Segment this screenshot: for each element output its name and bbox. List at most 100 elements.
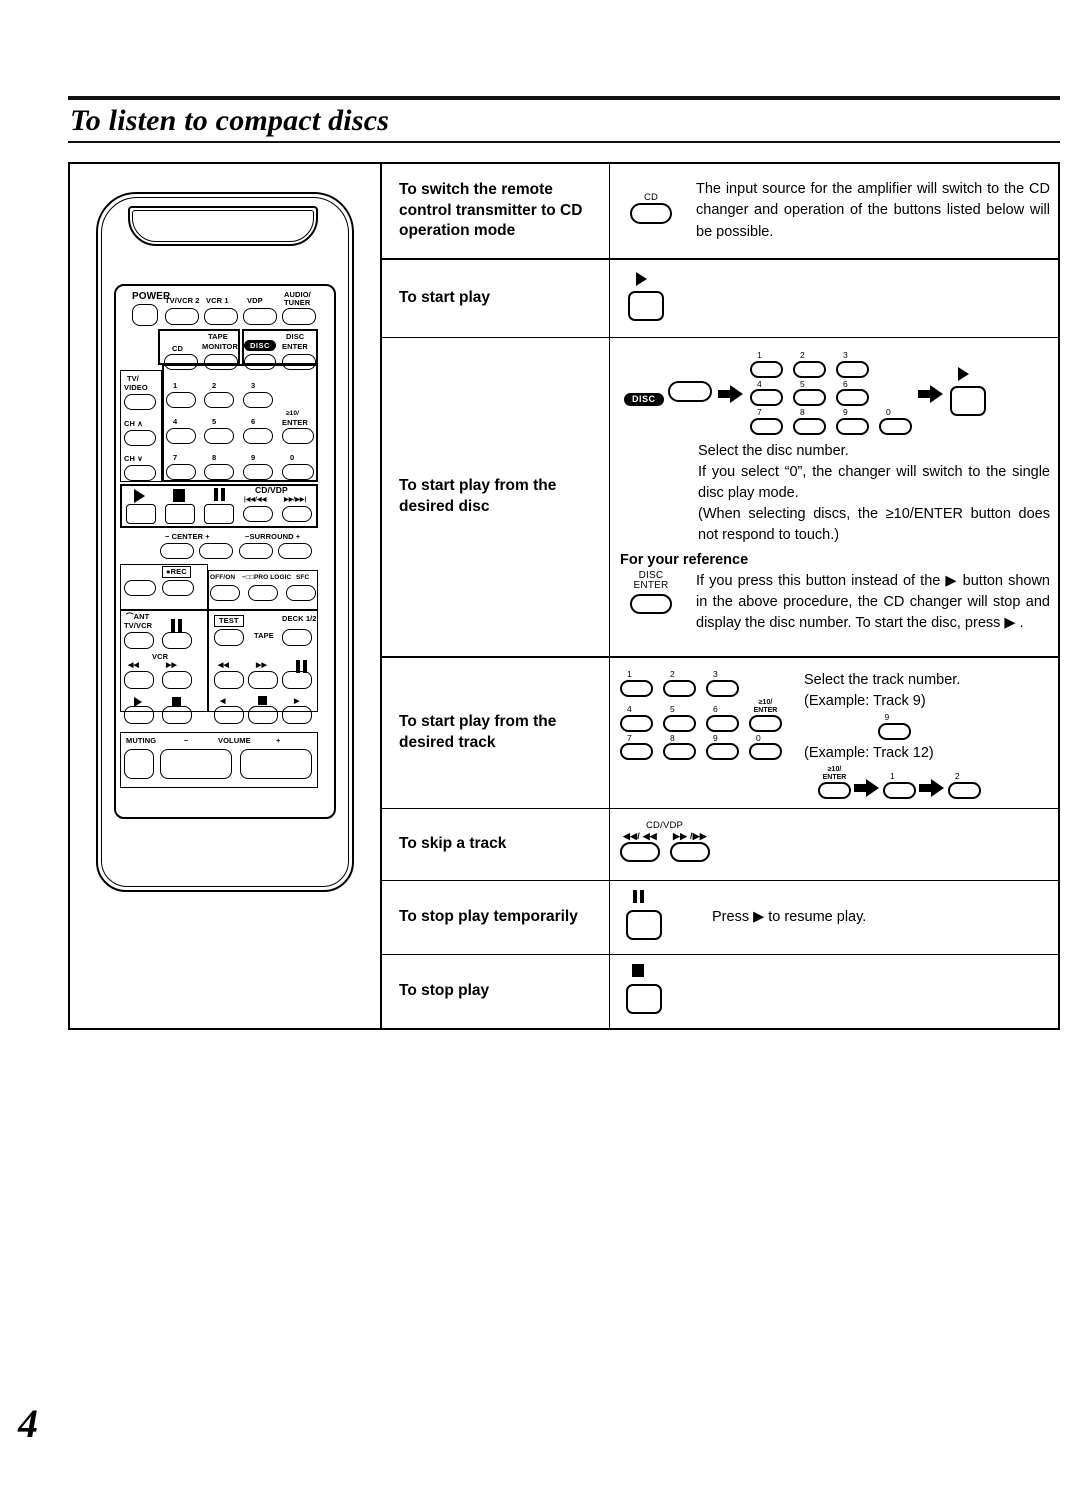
- keypad-key-enter[interactable]: ≥10/ ENTER: [749, 699, 782, 732]
- stop-button-glyph[interactable]: [626, 983, 662, 1014]
- keypad-key[interactable]: 5: [792, 379, 826, 406]
- keypad-key[interactable]: 9: [835, 408, 869, 435]
- remote-button-deck[interactable]: [282, 629, 312, 646]
- disc-enter-button-glyph[interactable]: [630, 593, 672, 614]
- keypad-key-label: 0: [885, 407, 891, 417]
- remote-button-tvvcr2[interactable]: [165, 308, 199, 325]
- keypad-key[interactable]: 0: [878, 407, 912, 435]
- remote-button-tape-play[interactable]: [282, 706, 312, 724]
- remote-button-pause[interactable]: [204, 504, 234, 524]
- remote-button-power[interactable]: [132, 304, 158, 326]
- keypad-key[interactable]: 1: [749, 351, 783, 378]
- remote-button-muting[interactable]: [124, 749, 154, 779]
- remote-label-vcr-ff-icon: ▶▶: [166, 662, 177, 669]
- remote-button-vcr-play[interactable]: [124, 706, 154, 724]
- remote-button-center-plus[interactable]: [199, 543, 233, 559]
- remote-button-vcr-pause[interactable]: [162, 632, 192, 649]
- disc-button-glyph[interactable]: [667, 381, 712, 403]
- remote-button-tape-rev-play[interactable]: [214, 706, 244, 724]
- remote-button-sfc[interactable]: [286, 585, 316, 601]
- remote-button-num1[interactable]: [166, 392, 196, 408]
- disc-keypad: 1 2 3 4 5 6 7 8 9 0: [749, 351, 912, 437]
- remote-button-skip-back[interactable]: [243, 506, 273, 522]
- remote-button-volume-down[interactable]: [160, 749, 232, 779]
- remote-button-surround-minus[interactable]: [239, 543, 273, 559]
- skip-back-button-glyph[interactable]: [620, 842, 660, 863]
- enter-key-label-1: ≥10/: [758, 698, 773, 706]
- keypad-key[interactable]: 6: [835, 379, 869, 406]
- keypad-key-glyph: [620, 714, 653, 732]
- remote-button-surround-plus[interactable]: [278, 543, 312, 559]
- remote-button-rec-left[interactable]: [124, 580, 156, 596]
- track-example-12-figure: ≥10/ ENTER 1 2: [804, 766, 1050, 799]
- remote-button-vcr-ff[interactable]: [162, 671, 192, 689]
- remote-button-ch-down[interactable]: [124, 465, 156, 481]
- remote-button-num9[interactable]: [243, 464, 273, 480]
- keypad-key[interactable]: 8: [663, 733, 696, 760]
- keypad-key[interactable]: 7: [749, 408, 783, 435]
- remote-button-offon[interactable]: [210, 585, 240, 601]
- keypad-key[interactable]: 2: [663, 670, 696, 697]
- remote-button-volume-up[interactable]: [240, 749, 312, 779]
- keypad-key[interactable]: 5: [663, 705, 696, 732]
- keypad-key[interactable]: 1: [883, 772, 916, 799]
- remote-label-deck: DECK 1/2: [282, 614, 317, 623]
- remote-button-vdp[interactable]: [243, 308, 277, 325]
- remote-button-vcr-stop[interactable]: [162, 706, 192, 724]
- page-title: To listen to compact discs: [70, 104, 390, 137]
- skip-fwd-button-glyph[interactable]: [670, 842, 710, 863]
- remote-button-num3[interactable]: [243, 392, 273, 408]
- keypad-key[interactable]: 4: [620, 705, 653, 732]
- keypad-key-label: 7: [627, 732, 632, 743]
- remote-button-num7[interactable]: [166, 464, 196, 480]
- keypad-key[interactable]: 0: [749, 733, 782, 760]
- remote-button-num2[interactable]: [204, 392, 234, 408]
- pause-button-glyph[interactable]: [626, 909, 662, 940]
- remote-button-audio-tuner[interactable]: [282, 308, 316, 325]
- remote-button-play[interactable]: [126, 504, 156, 524]
- remote-button-tape-rew[interactable]: [214, 671, 244, 689]
- remote-button-num8[interactable]: [204, 464, 234, 480]
- remote-button-num4[interactable]: [166, 428, 196, 444]
- remote-button-tvvcr[interactable]: [124, 632, 154, 649]
- keypad-key[interactable]: 2: [792, 351, 826, 378]
- keypad-key[interactable]: 9: [877, 713, 911, 740]
- keypad-key-enter[interactable]: ≥10/ ENTER: [818, 766, 851, 799]
- keypad-key[interactable]: 6: [706, 705, 739, 732]
- keypad-key-glyph: [749, 389, 783, 406]
- remote-button-center-minus[interactable]: [160, 543, 194, 559]
- keypad-key[interactable]: 2: [948, 772, 981, 799]
- remote-label-tape-play-icon: ▶: [294, 698, 300, 705]
- keypad-key[interactable]: 4: [749, 379, 783, 406]
- remote-button-vcr-rew[interactable]: [124, 671, 154, 689]
- remote-button-tv-video[interactable]: [124, 394, 156, 410]
- remote-button-stop[interactable]: [165, 504, 195, 524]
- play-button-glyph[interactable]: [628, 291, 664, 321]
- keypad-key[interactable]: 7: [620, 732, 653, 760]
- remote-button-num0[interactable]: [282, 464, 314, 480]
- remote-button-rec[interactable]: [162, 580, 194, 596]
- remote-button-tape-pause[interactable]: [282, 671, 312, 689]
- keypad-key[interactable]: 3: [835, 351, 869, 378]
- remote-label-tape-monitor: MONITOR: [202, 342, 238, 351]
- remote-button-vcr1[interactable]: [204, 308, 238, 325]
- keypad-key[interactable]: 3: [706, 670, 739, 697]
- cd-button-glyph[interactable]: [630, 203, 672, 225]
- remote-button-dolby[interactable]: [248, 585, 278, 601]
- skip-buttons-figure: CD/VDP ◀◀/ ◀◀ ▶▶ /▶▶: [620, 820, 710, 867]
- remote-button-test[interactable]: [214, 629, 244, 646]
- remote-button-tape-stop[interactable]: [248, 706, 278, 724]
- keypad-key-glyph: [835, 389, 869, 406]
- play-button-glyph[interactable]: [949, 386, 986, 417]
- keypad-key[interactable]: 8: [792, 408, 826, 435]
- keypad-key[interactable]: 1: [620, 670, 653, 697]
- remote-button-skip-fwd[interactable]: [282, 506, 312, 522]
- remote-button-num5[interactable]: [204, 428, 234, 444]
- keypad-key[interactable]: 9: [706, 733, 739, 760]
- remote-button-tape-ff[interactable]: [248, 671, 278, 689]
- remote-button-ge10-enter[interactable]: [282, 428, 314, 444]
- remote-button-ch-up[interactable]: [124, 430, 156, 446]
- remote-button-num6[interactable]: [243, 428, 273, 444]
- stop-icon: [632, 963, 644, 977]
- remote-label-tape-ff-icon: ▶▶: [256, 662, 267, 669]
